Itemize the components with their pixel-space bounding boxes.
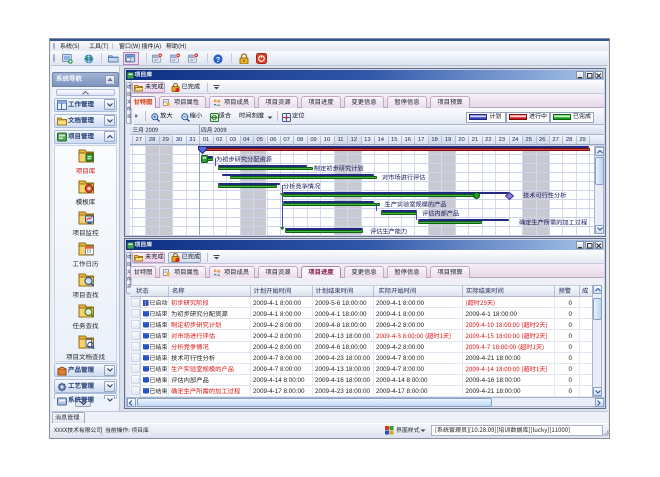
svg-text:?: ? bbox=[216, 56, 220, 63]
